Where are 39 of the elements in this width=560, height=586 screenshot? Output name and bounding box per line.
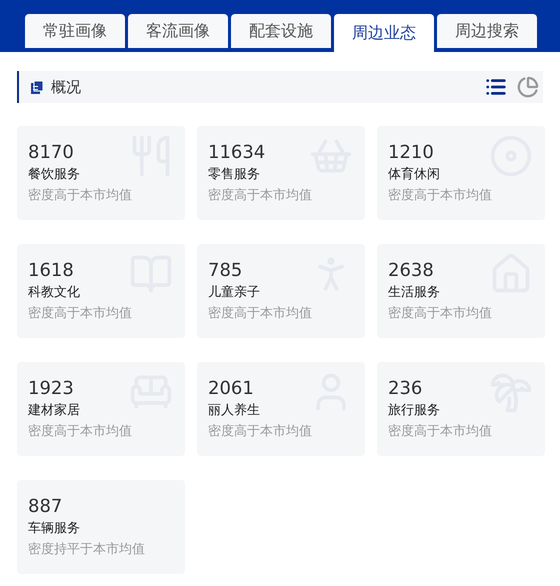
section-title: 概况 (51, 76, 81, 98)
density-note: 密度高于本市均值 (208, 187, 312, 205)
density-note: 密度高于本市均值 (208, 305, 312, 323)
stat-count: 1210 (388, 141, 434, 165)
tab[interactable]: 配套设施 (231, 14, 331, 48)
density-note: 密度高于本市均值 (388, 187, 492, 205)
category-label: 车辆服务 (28, 520, 80, 538)
category-label: 餐饮服务 (28, 166, 80, 184)
stat-count: 1618 (28, 259, 74, 283)
document-icon (31, 80, 43, 94)
category-label: 建材家居 (28, 402, 80, 420)
density-note: 密度持平于本市均值 (28, 541, 145, 559)
stat-count: 236 (388, 377, 422, 401)
density-note: 密度高于本市均值 (28, 305, 132, 323)
pie-chart-icon[interactable] (517, 76, 539, 98)
density-note: 密度高于本市均值 (208, 423, 312, 441)
tab[interactable]: 周边搜索 (437, 14, 537, 48)
density-note: 密度高于本市均值 (28, 423, 132, 441)
stat-count: 1923 (28, 377, 74, 401)
density-note: 密度高于本市均值 (388, 305, 492, 323)
stat-count: 11634 (208, 141, 266, 165)
stat-count: 785 (208, 259, 242, 283)
stat-count: 8170 (28, 141, 74, 165)
stat-count: 2061 (208, 377, 254, 401)
category-label: 旅行服务 (388, 402, 440, 420)
list-view-icon[interactable] (485, 76, 507, 98)
category-label: 生活服务 (388, 284, 440, 302)
category-label: 零售服务 (208, 166, 260, 184)
category-label: 科教文化 (28, 284, 80, 302)
category-label: 儿童亲子 (208, 284, 260, 302)
density-note: 密度高于本市均值 (388, 423, 492, 441)
tab[interactable]: 客流画像 (128, 14, 228, 48)
density-note: 密度高于本市均值 (28, 187, 132, 205)
category-label: 丽人养生 (208, 402, 260, 420)
category-label: 体育休闲 (388, 166, 440, 184)
stat-count: 887 (28, 495, 62, 519)
stat-count: 2638 (388, 259, 434, 283)
tab[interactable]: 周边业态 (334, 14, 434, 52)
tab[interactable]: 常驻画像 (25, 14, 125, 48)
